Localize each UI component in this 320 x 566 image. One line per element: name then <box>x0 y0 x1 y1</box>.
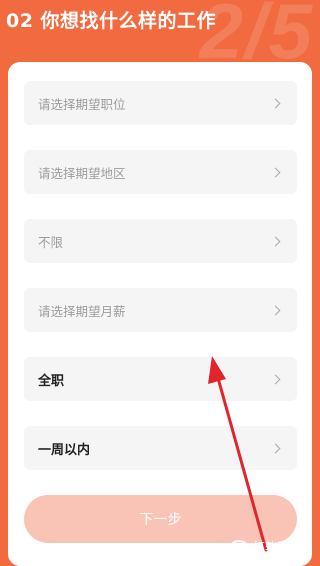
unlimited-select[interactable]: 不限 <box>24 219 297 263</box>
job-type-select[interactable]: 全职 <box>24 357 297 401</box>
region-select[interactable]: 请选择期望地区 <box>24 150 297 194</box>
chevron-right-icon <box>270 305 281 315</box>
chevron-right-icon <box>270 98 281 108</box>
region-select-label: 请选择期望地区 <box>38 165 126 181</box>
watermark-logo-icon <box>228 539 250 562</box>
page-title: 02 你想找什么样的工作 <box>6 10 217 32</box>
chevron-right-icon <box>270 374 281 384</box>
position-select-label: 请选择期望职位 <box>38 96 126 112</box>
chevron-right-icon <box>270 443 281 453</box>
start-time-select[interactable]: 一周以内 <box>24 426 297 470</box>
position-select[interactable]: 请选择期望职位 <box>24 81 297 125</box>
salary-select-label: 请选择期望月薪 <box>38 303 126 319</box>
start-time-select-label: 一周以内 <box>38 442 91 458</box>
header: 2/5 02 你想找什么样的工作 <box>0 0 320 75</box>
chevron-right-icon <box>270 167 281 177</box>
salary-select[interactable]: 请选择期望月薪 <box>24 288 297 332</box>
chevron-right-icon <box>270 236 281 246</box>
unlimited-select-label: 不限 <box>38 234 64 250</box>
site-watermark: 红软网 hongruan.com <box>228 535 320 566</box>
watermark-text: 红软网 <box>253 540 290 555</box>
watermark-subtext: hongruan.com <box>253 552 297 560</box>
job-type-select-label: 全职 <box>38 373 65 389</box>
